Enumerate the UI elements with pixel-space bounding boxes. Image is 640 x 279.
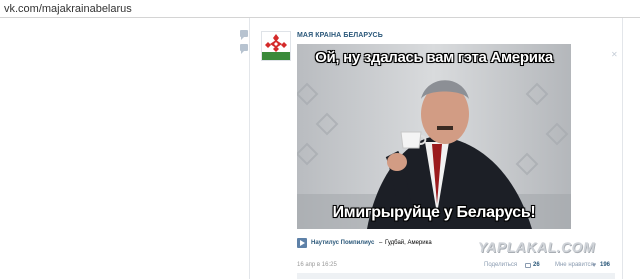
reply-icon[interactable] <box>240 44 248 54</box>
address-bar[interactable]: vk.com/majakrainabelarus <box>0 0 640 18</box>
comment-icon[interactable] <box>240 30 248 40</box>
audio-artist[interactable]: Наутилус Помпилиус <box>311 240 374 246</box>
heart-icon[interactable]: ♥ <box>592 262 596 269</box>
post-image[interactable]: Ой, ну здалась вам гэта Америка Имигрыру… <box>297 44 571 229</box>
group-name-link[interactable]: МАЯ КРАІНА БЕЛАРУСЬ <box>297 32 383 39</box>
like-button[interactable]: Мне нравится <box>555 262 594 268</box>
site-watermark: YAPLAKAL.COM <box>476 239 597 255</box>
like-count: 196 <box>600 262 611 268</box>
meme-caption-bottom: Имигрыруйце у Беларусь! <box>332 204 536 221</box>
post-date[interactable]: 16 апр в 16:25 <box>297 262 337 268</box>
play-icon[interactable] <box>297 238 307 248</box>
audio-title: Гудбай, Америка <box>385 240 432 246</box>
comments-area-top <box>297 273 615 279</box>
share-count: 26 <box>533 262 540 268</box>
share-button[interactable]: Поделиться <box>484 262 517 268</box>
meme-caption-top: Ой, ну здалась вам гэта Америка <box>315 49 553 66</box>
close-icon[interactable]: ✕ <box>611 50 618 59</box>
share-icon[interactable] <box>525 263 531 268</box>
url-text: vk.com/majakrainabelarus <box>4 3 132 15</box>
audio-separator: – <box>379 240 383 246</box>
group-avatar[interactable] <box>261 31 291 61</box>
